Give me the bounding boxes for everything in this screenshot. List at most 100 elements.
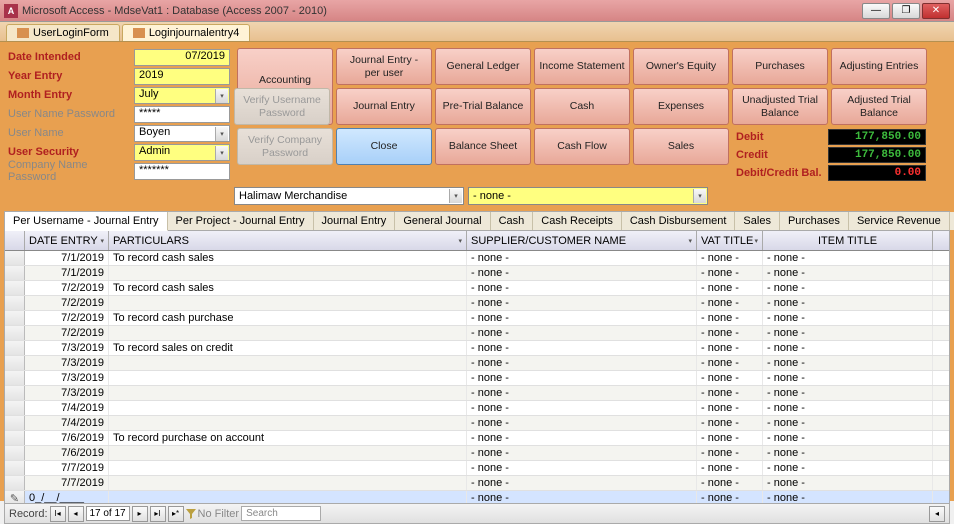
cell-particulars[interactable]: To record purchase on account [109, 431, 467, 445]
cell-date[interactable]: 7/3/2019 [25, 371, 109, 385]
cell-supplier[interactable]: - none - [467, 296, 697, 310]
cell-date[interactable]: 7/4/2019 [25, 401, 109, 415]
cell-supplier[interactable]: - none - [467, 281, 697, 295]
col-date-entry[interactable]: DATE ENTRY▾ [25, 231, 109, 250]
filter-combo[interactable]: - none - ▾ [468, 187, 708, 205]
cell-date[interactable]: 7/1/2019 [25, 251, 109, 265]
tab-purchases[interactable]: Purchases [780, 212, 849, 230]
cell-supplier[interactable]: - none - [467, 371, 697, 385]
cell-particulars[interactable]: To record cash sales [109, 281, 467, 295]
input-user-name[interactable]: Boyen ▾ [134, 125, 230, 142]
cell-vat[interactable]: - none - [697, 341, 763, 355]
input-month-entry[interactable]: July ▾ [134, 87, 230, 104]
cell-particulars[interactable] [109, 476, 467, 490]
cell-date[interactable]: 7/1/2019 [25, 266, 109, 280]
cell-particulars[interactable] [109, 371, 467, 385]
row-selector[interactable] [5, 401, 25, 415]
tab-petty-cash[interactable]: Petty Cash [950, 212, 954, 230]
tab-per-project-journal-entry[interactable]: Per Project - Journal Entry [168, 212, 314, 230]
general-ledger-button[interactable]: General Ledger [435, 48, 531, 85]
col-supplier[interactable]: SUPPLIER/CUSTOMER NAME▾ [467, 231, 697, 250]
tab-general-journal[interactable]: General Journal [395, 212, 490, 230]
table-row[interactable]: 7/2/2019- none -- none -- none - [5, 326, 949, 341]
cell-supplier[interactable]: - none - [467, 386, 697, 400]
cell-item[interactable]: - none - [763, 476, 933, 490]
cell-date-input[interactable]: 0_/__/____ [25, 491, 109, 503]
cell-date[interactable]: 7/4/2019 [25, 416, 109, 430]
cell-vat[interactable]: - none - [697, 371, 763, 385]
row-selector[interactable] [5, 476, 25, 490]
row-selector[interactable] [5, 386, 25, 400]
cell-item[interactable]: - none - [763, 281, 933, 295]
table-row[interactable]: 7/3/2019- none -- none -- none - [5, 386, 949, 401]
sales-button[interactable]: Sales [633, 128, 729, 165]
cell-vat[interactable]: - none - [697, 461, 763, 475]
owners-equity-button[interactable]: Owner's Equity [633, 48, 729, 85]
row-selector[interactable] [5, 326, 25, 340]
cell-date[interactable]: 7/2/2019 [25, 326, 109, 340]
cell-item[interactable]: - none - [763, 311, 933, 325]
cell-supplier[interactable]: - none - [467, 266, 697, 280]
cell-item[interactable]: - none - [763, 386, 933, 400]
cell-date[interactable]: 7/2/2019 [25, 296, 109, 310]
cell-supplier[interactable]: - none - [467, 476, 697, 490]
row-selector[interactable] [5, 341, 25, 355]
scroll-left-button[interactable]: ◂ [929, 506, 945, 522]
cell-vat[interactable]: - none - [697, 491, 763, 503]
tab-cash-receipts[interactable]: Cash Receipts [533, 212, 622, 230]
table-row[interactable]: 7/3/2019To record sales on credit- none … [5, 341, 949, 356]
tab-per-username-journal-entry[interactable]: Per Username - Journal Entry [5, 212, 168, 231]
adjusted-trial-balance-button[interactable]: Adjusted Trial Balance [831, 88, 927, 125]
table-row[interactable]: 7/7/2019- none -- none -- none - [5, 461, 949, 476]
chevron-down-icon[interactable]: ▾ [215, 127, 228, 141]
row-selector[interactable] [5, 371, 25, 385]
verify-username-password-button[interactable]: Verify Username Password [234, 88, 330, 125]
table-row[interactable]: 7/6/2019To record purchase on account - n… [5, 431, 949, 446]
cell-particulars[interactable] [109, 326, 467, 340]
cell-supplier[interactable]: - none - [467, 326, 697, 340]
close-window-button[interactable]: ✕ [922, 3, 950, 19]
cell-vat[interactable]: - none - [697, 476, 763, 490]
row-selector[interactable] [5, 266, 25, 280]
cell-particulars[interactable]: To record cash sales [109, 251, 467, 265]
cell-date[interactable]: 7/7/2019 [25, 461, 109, 475]
cell-vat[interactable]: - none - [697, 326, 763, 340]
table-row[interactable]: 7/7/2019- none -- none -- none - [5, 476, 949, 491]
row-selector[interactable] [5, 356, 25, 370]
row-selector[interactable] [5, 446, 25, 460]
col-vat-title[interactable]: VAT TITLE▾ [697, 231, 763, 250]
tab-service-revenue[interactable]: Service Revenue [849, 212, 950, 230]
row-selector[interactable] [5, 281, 25, 295]
cell-supplier[interactable]: - none - [467, 446, 697, 460]
table-row[interactable]: 7/4/2019- none -- none -- none - [5, 416, 949, 431]
table-row[interactable]: 7/2/2019- none -- none -- none - [5, 296, 949, 311]
cell-vat[interactable]: - none - [697, 431, 763, 445]
cell-item[interactable]: - none - [763, 431, 933, 445]
row-selector[interactable] [5, 416, 25, 430]
rowselector-header[interactable] [5, 231, 25, 250]
cell-supplier[interactable]: - none - [467, 311, 697, 325]
nav-search-input[interactable]: Search [241, 506, 321, 521]
cell-vat[interactable]: - none - [697, 281, 763, 295]
nav-last-button[interactable]: ▸I [150, 506, 166, 522]
cell-particulars[interactable]: To record sales on credit [109, 341, 467, 355]
cell-item[interactable]: - none - [763, 266, 933, 280]
cell-date[interactable]: 7/6/2019 [25, 431, 109, 445]
company-combo[interactable]: Halimaw Merchandise ▾ [234, 187, 464, 205]
cell-particulars[interactable] [109, 491, 467, 503]
chevron-down-icon[interactable]: ▾ [688, 237, 692, 245]
cell-vat[interactable]: - none - [697, 386, 763, 400]
cell-date[interactable]: 7/7/2019 [25, 476, 109, 490]
cell-particulars[interactable] [109, 296, 467, 310]
input-company-password[interactable]: ******* [134, 163, 230, 180]
cell-particulars[interactable] [109, 386, 467, 400]
cell-vat[interactable]: - none - [697, 416, 763, 430]
cell-particulars[interactable] [109, 356, 467, 370]
cell-vat[interactable]: - none - [697, 311, 763, 325]
cell-vat[interactable]: - none - [697, 266, 763, 280]
journal-entry-button[interactable]: Journal Entry [336, 88, 432, 125]
cell-item[interactable]: - none - [763, 296, 933, 310]
tab-sales[interactable]: Sales [735, 212, 780, 230]
chevron-down-icon[interactable]: ▾ [754, 237, 758, 245]
cash-flow-button[interactable]: Cash Flow [534, 128, 630, 165]
